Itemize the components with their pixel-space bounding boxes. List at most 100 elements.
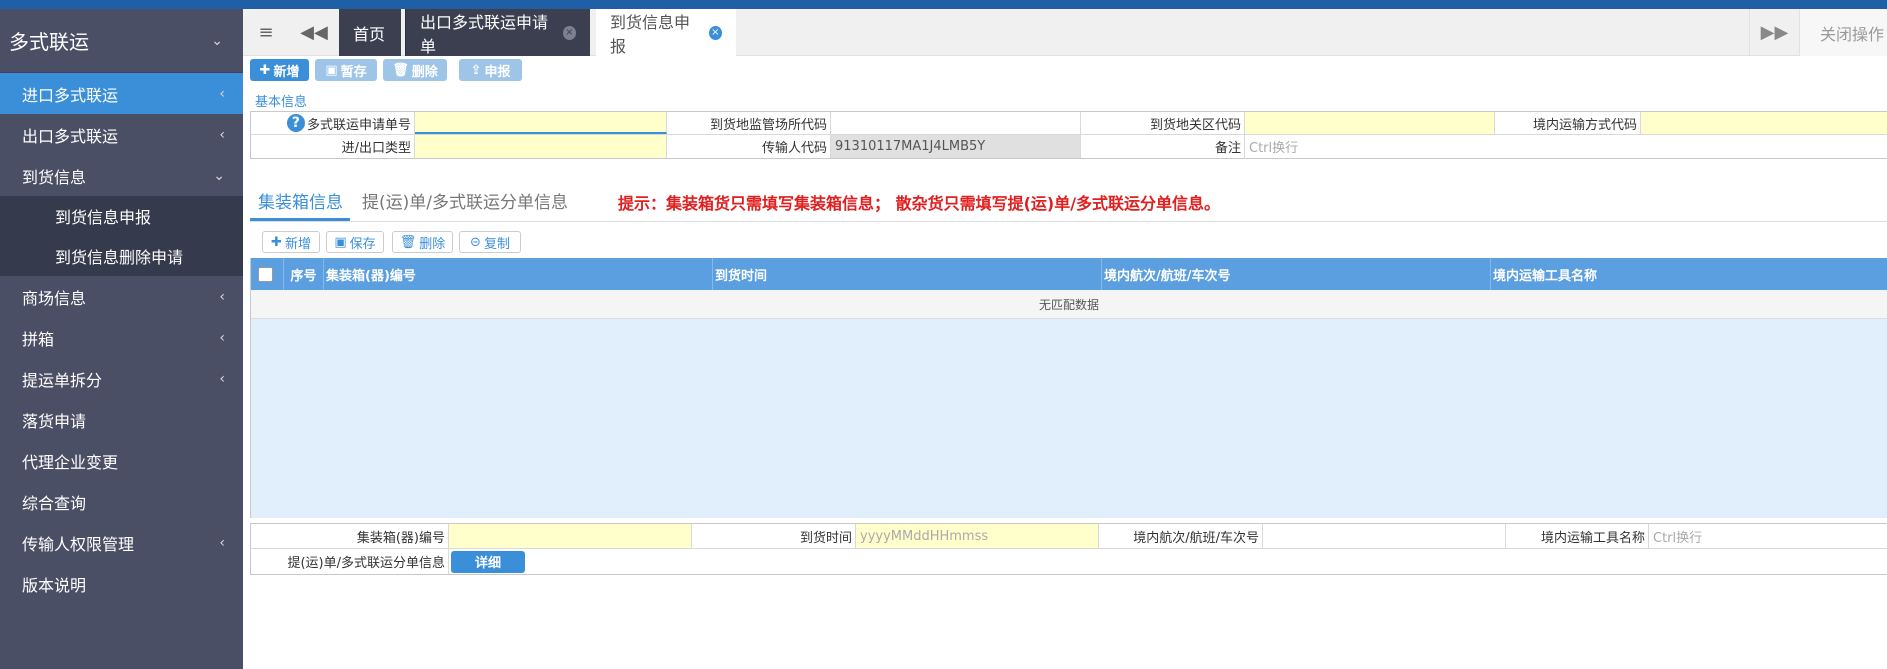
checkbox[interactable] <box>258 266 273 282</box>
add-button[interactable]: ✚ 新增 <box>250 59 309 81</box>
section-title-basic-info: 基本信息 <box>255 95 308 110</box>
sidebar-item-label: 到货信息申报 <box>55 208 152 227</box>
sidebar-item-arrival-delete[interactable]: 到货信息删除申请 <box>0 236 243 276</box>
container-no-label: 集装箱(器)编号 <box>251 524 449 548</box>
grid-delete-button[interactable]: 🗑 删除 <box>392 231 453 253</box>
transport-mode-input[interactable] <box>1641 112 1887 134</box>
chevron-down-icon: ⌄ <box>211 32 223 49</box>
tab-scroll-forward-button[interactable]: ▶▶ <box>1749 9 1799 56</box>
customs-place-input[interactable] <box>831 112 1081 134</box>
tab-label: 出口多式联运申请单 <box>420 12 549 56</box>
sidebar-item-label: 提运单拆分 <box>22 370 103 390</box>
app-no-input[interactable] <box>415 112 667 134</box>
basic-info-form: ? 多式联运申请单号 到货地监管场所代码 到货地关区代码 境内运输方式代码 进/… <box>250 111 1887 159</box>
sidebar-item-label: 综合查询 <box>22 493 87 513</box>
bill-info-actions: 详细 <box>449 549 525 574</box>
tab-label: 到货信息申报 <box>610 12 691 56</box>
column-header-container-no[interactable]: 集装箱(器)编号 <box>324 258 713 290</box>
menu-toggle-button[interactable]: ≡ <box>243 9 289 56</box>
save-draft-button[interactable]: ▣ 暂存 <box>315 59 377 81</box>
customs-place-label: 到货地监管场所代码 <box>667 112 831 134</box>
hint-text: 提示：集装箱货只需填写集装箱信息； 散杂货只需填写提(运)单/多式联运分单信息。 <box>618 194 1221 213</box>
detail-button[interactable]: 详细 <box>451 550 525 573</box>
close-icon[interactable]: × <box>708 25 722 40</box>
add-label: 新增 <box>273 64 300 80</box>
sidebar-item-label: 到货信息 <box>22 167 87 187</box>
grid-add-button[interactable]: ✚ 新增 <box>262 231 320 253</box>
submit-button[interactable]: ⇪ 申报 <box>459 59 522 81</box>
sidebar-item-label: 拼箱 <box>22 329 55 349</box>
arrival-time-label: 到货时间 <box>692 524 856 548</box>
sidebar-item-query[interactable]: 综合查询 <box>0 481 243 522</box>
grid-add-label: 新增 <box>284 236 311 252</box>
upload-icon: ⇪ <box>470 62 482 78</box>
sidebar-item-label: 代理企业变更 <box>22 452 119 472</box>
sidebar-item-import[interactable]: 进口多式联运 ‹ <box>0 73 243 114</box>
column-header-seq[interactable]: 序号 <box>284 258 324 290</box>
grid-select-all[interactable] <box>251 258 284 290</box>
io-type-select[interactable] <box>415 135 667 158</box>
tab-home[interactable]: 首页 <box>339 9 401 56</box>
column-header-vehicle[interactable]: 境内运输工具名称 <box>1491 258 1887 290</box>
column-header-voyage[interactable]: 境内航次/航班/车次号 <box>1102 258 1491 290</box>
active-tab-indicator <box>250 218 350 221</box>
sidebar-item-arrival[interactable]: 到货信息 ⌄ <box>0 155 243 196</box>
sidebar-submenu: 到货信息申报 到货信息删除申请 <box>0 196 243 276</box>
trash-icon: 🗑 <box>392 62 409 78</box>
question-icon[interactable]: ? <box>286 114 305 132</box>
sidebar-item-consolidation[interactable]: 拼箱 ‹ <box>0 317 243 358</box>
close-icon[interactable]: × <box>562 25 576 40</box>
container-no-input[interactable] <box>449 524 692 548</box>
tab-scroll-back-button[interactable]: ◀◀ <box>289 9 339 56</box>
bill-info-label: 提(运)单/多式联运分单信息 <box>251 549 449 574</box>
sidebar-item-arrival-declare[interactable]: 到货信息申报 <box>0 196 243 236</box>
chevron-down-icon: ⌄ <box>213 167 225 184</box>
delete-button[interactable]: 🗑 删除 <box>383 59 447 81</box>
sidebar-header[interactable]: 多式联运 ⌄ <box>0 9 243 73</box>
voyage-label: 境内航次/航班/车次号 <box>1099 524 1263 548</box>
chevron-left-icon: ‹ <box>219 126 225 143</box>
sidebar-item-export[interactable]: 出口多式联运 ‹ <box>0 114 243 155</box>
chevron-left-icon: ‹ <box>219 329 225 346</box>
plus-icon: ✚ <box>259 62 271 78</box>
double-chevron-left-icon: ◀◀ <box>300 22 328 43</box>
chevron-left-icon: ‹ <box>219 85 225 102</box>
close-operations-button[interactable]: 关闭操作 <box>1799 9 1887 56</box>
tab-bill-info[interactable]: 提(运)单/多式联运分单信息 <box>362 188 568 213</box>
sidebar-item-unload[interactable]: 落货申请 <box>0 399 243 440</box>
chevron-left-icon: ‹ <box>219 534 225 551</box>
arrival-time-input[interactable]: yyyyMMddHHmmss <box>856 524 1099 548</box>
copy-icon: ⊝ <box>470 234 481 250</box>
remark-input[interactable]: Ctrl换行 <box>1245 135 1887 158</box>
sidebar-item-version[interactable]: 版本说明 <box>0 563 243 604</box>
sidebar-item-label: 商场信息 <box>22 288 87 308</box>
sidebar-item-permissions[interactable]: 传输人权限管理 ‹ <box>0 522 243 563</box>
column-header-arrival-time[interactable]: 到货时间 <box>713 258 1102 290</box>
submit-label: 申报 <box>484 64 511 80</box>
sidebar-item-agent-change[interactable]: 代理企业变更 <box>0 440 243 481</box>
save-draft-label: 暂存 <box>340 64 367 80</box>
grid-delete-label: 删除 <box>419 236 446 252</box>
grid-header: 序号 集装箱(器)编号 到货时间 境内航次/航班/车次号 境内运输工具名称 <box>251 258 1887 290</box>
chevron-left-icon: ‹ <box>219 288 225 305</box>
grid-empty-message: 无匹配数据 <box>251 290 1887 319</box>
transmitter-label: 传输人代码 <box>667 135 831 158</box>
sidebar-item-market[interactable]: 商场信息 ‹ <box>0 276 243 317</box>
remark-label: 备注 <box>1081 135 1245 158</box>
tab-container-info[interactable]: 集装箱信息 <box>258 188 343 213</box>
trash-icon: 🗑 <box>399 234 417 250</box>
customs-area-input[interactable] <box>1245 112 1495 134</box>
container-grid: 序号 集装箱(器)编号 到货时间 境内航次/航班/车次号 境内运输工具名称 无匹… <box>250 258 1887 518</box>
grid-save-button[interactable]: ▣ 保存 <box>326 231 384 253</box>
tab-arrival-declare[interactable]: 到货信息申报 × <box>596 9 736 56</box>
sidebar-item-bill-split[interactable]: 提运单拆分 ‹ <box>0 358 243 399</box>
transmitter-field: 91310117MA1J4LMB5Y <box>831 135 1081 158</box>
vehicle-input[interactable]: Ctrl换行 <box>1649 524 1887 548</box>
tab-export-application[interactable]: 出口多式联运申请单 × <box>405 9 590 56</box>
transport-mode-label: 境内运输方式代码 <box>1495 112 1641 134</box>
delete-label: 删除 <box>411 64 438 80</box>
grid-save-label: 保存 <box>349 236 376 252</box>
floppy-icon: ▣ <box>325 62 338 78</box>
voyage-input[interactable] <box>1263 524 1506 548</box>
grid-copy-button[interactable]: ⊝ 复制 <box>459 231 521 253</box>
